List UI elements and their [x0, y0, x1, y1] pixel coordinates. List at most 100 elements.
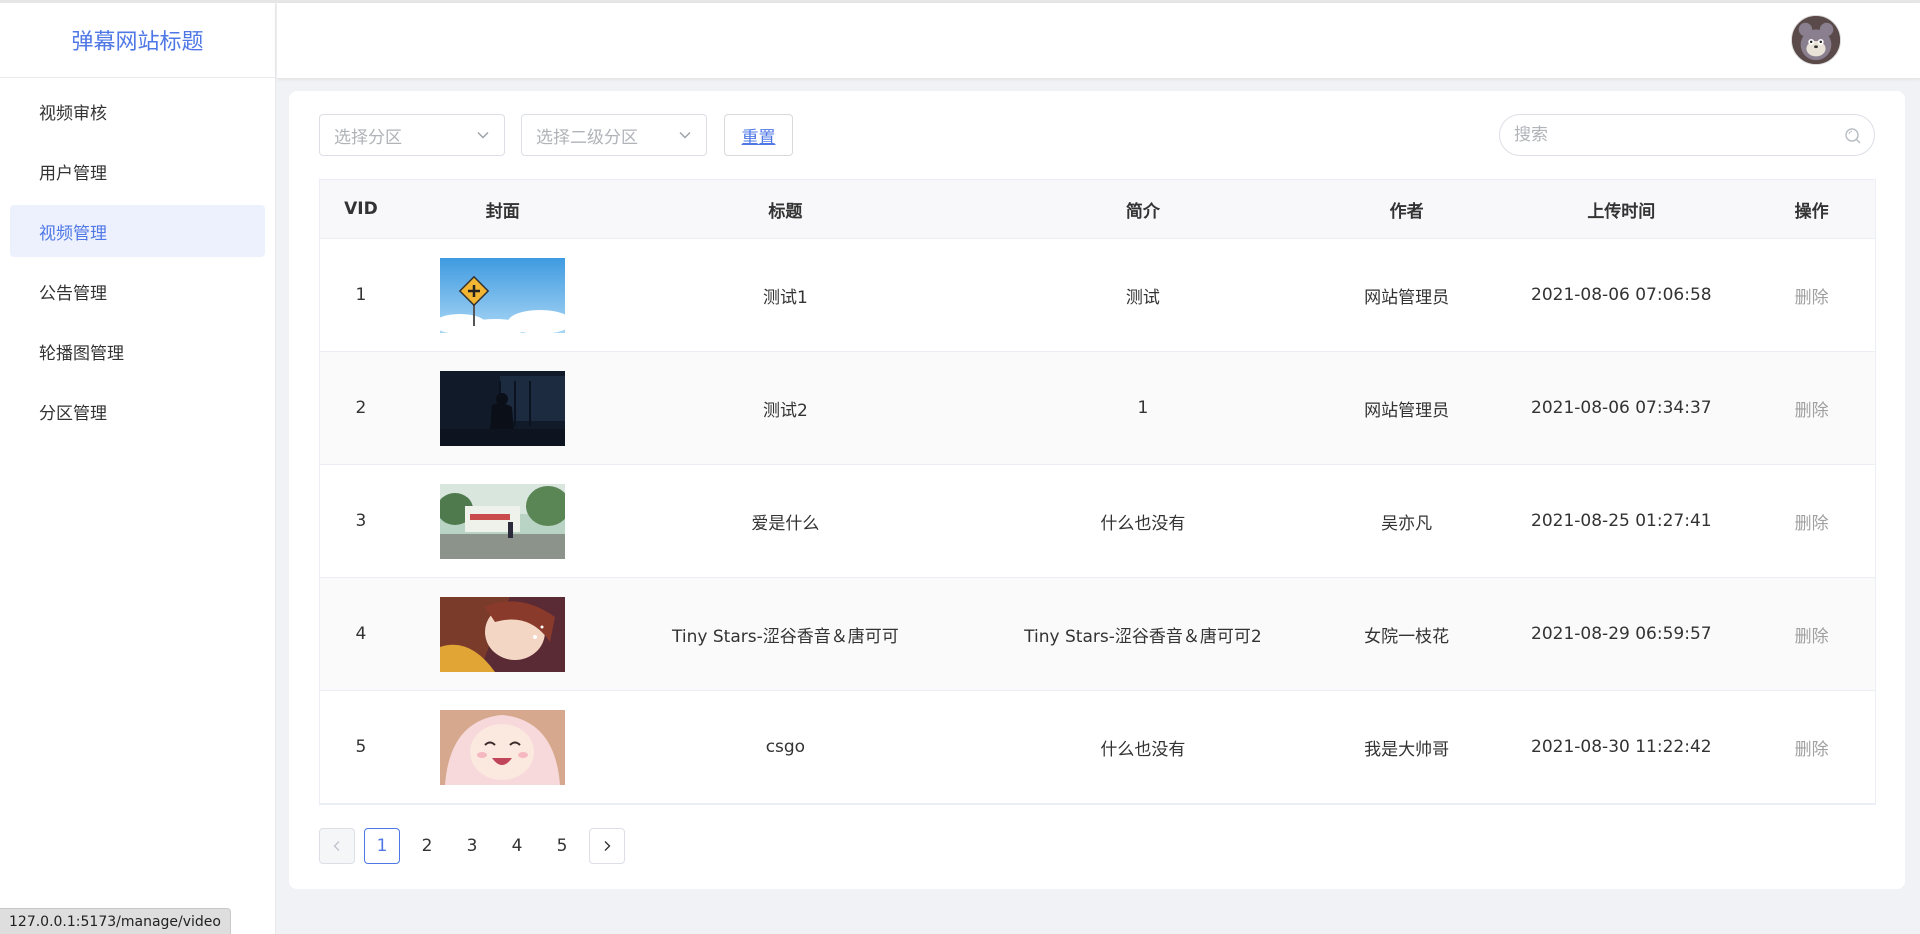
chevron-left-icon: [333, 841, 340, 851]
page-number-4[interactable]: 4: [499, 828, 535, 864]
table-row: 3 爱是什么 什么也没有 吴亦凡 2021-08-25 01:27:41 删除: [320, 465, 1875, 578]
reset-button[interactable]: 重置: [724, 114, 793, 156]
video-management-card: 选择分区 选择二级分区 重置 VID 封面 标题 简介 作: [289, 91, 1905, 889]
sidebar-item-label: 视频审核: [39, 103, 107, 124]
cell-description: 1: [1137, 398, 1149, 418]
filter-toolbar: 选择分区 选择二级分区 重置: [319, 114, 1875, 156]
sidebar-item-label: 用户管理: [39, 163, 107, 184]
table-row: 2 测试2 1 网站管理员 2021-08-06 07:34:37 删除: [320, 352, 1875, 465]
prev-page-button[interactable]: [319, 828, 355, 864]
cell-author: 女院一枝花: [1364, 626, 1450, 647]
cell-title: Tiny Stars-涩谷香音＆唐可可: [672, 626, 899, 647]
video-cover-thumbnail[interactable]: [440, 257, 566, 333]
page-number-2[interactable]: 2: [409, 828, 445, 864]
cell-upload-time: 2021-08-30 11:22:42: [1531, 737, 1712, 757]
delete-button[interactable]: 删除: [1795, 396, 1829, 421]
video-cover-thumbnail[interactable]: [440, 483, 566, 559]
cell-vid: 2: [355, 398, 367, 418]
column-header-actions: 操作: [1794, 201, 1829, 222]
cell-title: 测试2: [762, 400, 808, 421]
sidebar-item-label: 轮播图管理: [39, 343, 124, 364]
cell-description: 测试: [1125, 287, 1160, 308]
search-input[interactable]: [1514, 125, 1814, 145]
site-title[interactable]: 弹幕网站标题: [0, 3, 275, 78]
column-header-author: 作者: [1389, 201, 1424, 222]
search-box: [1499, 114, 1875, 156]
chevron-right-icon: [604, 841, 611, 851]
user-avatar[interactable]: [1791, 15, 1841, 65]
video-table: VID 封面 标题 简介 作者 上传时间 操作 1 测试1 测试 网站管理员 2…: [319, 179, 1876, 805]
cell-vid: 4: [355, 624, 367, 644]
cell-upload-time: 2021-08-25 01:27:41: [1531, 511, 1712, 531]
cell-vid: 3: [355, 511, 367, 531]
video-cover-thumbnail[interactable]: [440, 370, 566, 446]
cell-vid: 5: [355, 737, 367, 757]
category-select[interactable]: 选择分区: [319, 114, 505, 156]
cell-actions: 删除: [1748, 352, 1875, 464]
column-header-description: 简介: [1125, 201, 1160, 222]
column-header-title: 标题: [768, 201, 803, 222]
cell-actions: 删除: [1748, 578, 1875, 690]
chevron-down-icon: [477, 132, 489, 139]
browser-status-url: 127.0.0.1:5173/manage/video: [0, 908, 231, 934]
delete-button[interactable]: 删除: [1795, 283, 1829, 308]
cell-cover: [402, 352, 604, 464]
video-cover-thumbnail[interactable]: [440, 596, 566, 672]
table-header: VID 封面 标题 简介 作者 上传时间 操作: [320, 180, 1875, 239]
cell-title: 测试1: [762, 287, 808, 308]
table-row: 1 测试1 测试 网站管理员 2021-08-06 07:06:58 删除: [320, 239, 1875, 352]
page-number-3[interactable]: 3: [454, 828, 490, 864]
sidebar-item-user-management[interactable]: 用户管理: [10, 145, 265, 197]
cell-title: csgo: [765, 737, 806, 757]
sidebar-item-video-review[interactable]: 视频审核: [10, 85, 265, 137]
delete-button[interactable]: 删除: [1795, 622, 1829, 647]
cell-cover: [402, 239, 604, 351]
cell-author: 吴亦凡: [1381, 513, 1433, 534]
cell-actions: 删除: [1748, 691, 1875, 803]
cell-description: Tiny Stars-涩谷香音＆唐可可2: [1024, 626, 1262, 647]
top-header: [277, 3, 1920, 79]
cell-description: 什么也没有: [1100, 513, 1186, 534]
cell-title: 爱是什么: [751, 513, 820, 534]
cell-cover: [402, 691, 604, 803]
video-cover-thumbnail[interactable]: [440, 709, 566, 785]
column-header-upload-time: 上传时间: [1587, 201, 1656, 222]
cell-vid: 1: [355, 285, 367, 305]
cell-author: 网站管理员: [1364, 287, 1450, 308]
cell-upload-time: 2021-08-06 07:06:58: [1531, 285, 1712, 305]
subcategory-select-placeholder: 选择二级分区: [536, 127, 638, 148]
next-page-button[interactable]: [589, 828, 625, 864]
delete-button[interactable]: 删除: [1795, 509, 1829, 534]
search-icon[interactable]: [1844, 127, 1862, 145]
subcategory-select[interactable]: 选择二级分区: [521, 114, 707, 156]
sidebar: 弹幕网站标题 视频审核 用户管理 视频管理 公告管理 轮播图管理 分区管理: [0, 3, 276, 934]
cell-cover: [402, 465, 604, 577]
column-header-cover: 封面: [485, 201, 520, 222]
sidebar-item-label: 分区管理: [39, 403, 107, 424]
cell-upload-time: 2021-08-29 06:59:57: [1531, 624, 1712, 644]
cell-author: 我是大帅哥: [1364, 739, 1450, 760]
delete-button[interactable]: 删除: [1795, 735, 1829, 760]
chevron-down-icon: [679, 132, 691, 139]
pagination: 1 2 3 4 5: [319, 828, 625, 864]
page-number-5[interactable]: 5: [544, 828, 580, 864]
sidebar-item-carousel-management[interactable]: 轮播图管理: [10, 325, 265, 377]
cell-upload-time: 2021-08-06 07:34:37: [1531, 398, 1712, 418]
cell-cover: [402, 578, 604, 690]
table-row: 4 Tiny Stars-涩谷香音＆唐可可 Tiny Stars-涩谷香音＆唐可…: [320, 578, 1875, 691]
cell-description: 什么也没有: [1100, 739, 1186, 760]
sidebar-item-announcement-management[interactable]: 公告管理: [10, 265, 265, 317]
sidebar-item-label: 公告管理: [39, 283, 107, 304]
cell-author: 网站管理员: [1364, 400, 1450, 421]
sidebar-menu: 视频审核 用户管理 视频管理 公告管理 轮播图管理 分区管理: [0, 78, 275, 437]
cell-actions: 删除: [1748, 239, 1875, 351]
sidebar-item-category-management[interactable]: 分区管理: [10, 385, 265, 437]
category-select-placeholder: 选择分区: [334, 127, 402, 148]
sidebar-item-video-management[interactable]: 视频管理: [10, 205, 265, 257]
sidebar-item-label: 视频管理: [39, 223, 107, 244]
column-header-vid: VID: [344, 199, 378, 219]
table-row: 5 csgo 什么也没有 我是大帅哥 2021-08-30 11:22:42 删…: [320, 691, 1875, 804]
cell-actions: 删除: [1748, 465, 1875, 577]
page-number-1[interactable]: 1: [364, 828, 400, 864]
avatar-image: [1792, 16, 1840, 64]
